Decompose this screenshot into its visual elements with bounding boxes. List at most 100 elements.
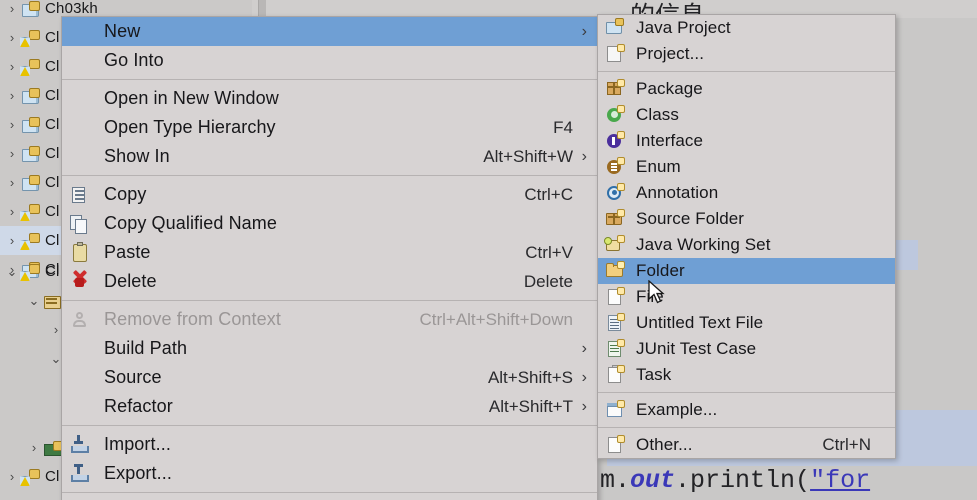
menu-item-label: Build Path xyxy=(104,338,188,358)
no-icon xyxy=(62,366,102,390)
menu-item-copy-qualified-name[interactable]: Copy Qualified Name xyxy=(62,209,597,238)
menu-item-source-folder[interactable]: Source Folder xyxy=(598,206,895,232)
java-project-warn-icon xyxy=(20,29,42,47)
java-working-set-icon xyxy=(598,233,636,257)
chevron-right-icon[interactable]: › xyxy=(4,1,20,16)
menu-item-label: Paste xyxy=(104,242,151,262)
menu-item-open-in-new-window[interactable]: Open in New Window xyxy=(62,84,597,113)
menu-item-label: Delete xyxy=(104,271,157,291)
menu-item-label: Source xyxy=(104,367,162,387)
chevron-right-icon[interactable]: › xyxy=(4,469,20,484)
java-project-warn-icon xyxy=(20,263,42,281)
task-icon xyxy=(598,363,636,387)
menu-separator xyxy=(62,79,597,80)
menu-item-label: Open Type Hierarchy xyxy=(104,117,276,137)
menu-separator xyxy=(598,71,895,72)
menu-item-label: Task xyxy=(636,365,672,384)
chevron-right-icon[interactable]: › xyxy=(4,117,20,132)
menu-item-build-path[interactable]: Build Path › xyxy=(62,334,597,363)
menu-item-delete[interactable]: Delete Delete xyxy=(62,267,597,296)
menu-separator xyxy=(598,392,895,393)
chevron-right-icon[interactable]: › xyxy=(4,88,20,103)
chevron-down-icon[interactable]: ⌄ xyxy=(26,293,42,309)
menu-item-class[interactable]: Class xyxy=(598,102,895,128)
menu-item-label: Folder xyxy=(636,261,685,280)
chevron-right-icon[interactable]: › xyxy=(4,233,20,248)
menu-item-remove-from-context: Remove from Context Ctrl+Alt+Shift+Down xyxy=(62,305,597,334)
menu-item-annotation[interactable]: Annotation xyxy=(598,180,895,206)
menu-item-untitled-text-file[interactable]: Untitled Text File xyxy=(598,310,895,336)
copy-qualified-name-icon xyxy=(62,212,102,236)
menu-item-export[interactable]: Export... xyxy=(62,459,597,488)
menu-item-label: Example... xyxy=(636,400,718,419)
tree-item-label: Cl xyxy=(45,263,60,280)
menu-item-other[interactable]: Other... Ctrl+N xyxy=(598,432,895,458)
menu-item-junit-test-case[interactable]: JUnit Test Case xyxy=(598,336,895,362)
menu-item-task[interactable]: Task xyxy=(598,362,895,388)
menu-item-label: Refactor xyxy=(104,396,173,416)
menu-item-copy[interactable]: Copy Ctrl+C xyxy=(62,180,597,209)
menu-separator xyxy=(62,425,597,426)
paste-icon xyxy=(62,241,102,265)
chevron-right-icon[interactable]: › xyxy=(4,30,20,45)
import-icon xyxy=(62,433,102,457)
menu-item-label: Untitled Text File xyxy=(636,313,764,332)
chevron-right-icon[interactable]: › xyxy=(4,175,20,190)
menu-item-new[interactable]: New › xyxy=(62,17,597,46)
menu-item-java-project[interactable]: Java Project xyxy=(598,15,895,41)
delete-icon xyxy=(62,269,102,294)
menu-item-paste[interactable]: Paste Ctrl+V xyxy=(62,238,597,267)
java-project-icon xyxy=(20,116,42,134)
menu-item-project[interactable]: Project... xyxy=(598,41,895,67)
tree-item-label: Cl xyxy=(45,468,60,485)
menu-item-label: Go Into xyxy=(104,50,164,70)
menu-item-refactor[interactable]: Refactor Alt+Shift+T › xyxy=(62,392,597,421)
new-submenu[interactable]: Java Project Project... Package Class Interf… xyxy=(597,14,896,459)
editor-bottom-line: m.out.println("for xyxy=(600,466,870,495)
java-project-warn-icon xyxy=(20,203,42,221)
menu-separator xyxy=(62,492,597,493)
project-icon xyxy=(598,42,636,66)
java-project-icon xyxy=(20,174,42,192)
chevron-right-icon[interactable]: › xyxy=(4,204,20,219)
example-icon xyxy=(598,398,636,422)
menu-item-enum[interactable]: Enum xyxy=(598,154,895,180)
chevron-right-icon[interactable]: › xyxy=(4,59,20,74)
menu-item-open-type-hierarchy[interactable]: Open Type Hierarchy F4 xyxy=(62,113,597,142)
submenu-chevron-icon: › xyxy=(581,147,587,165)
no-icon xyxy=(62,49,102,73)
no-icon xyxy=(62,395,102,419)
menu-item-label: New xyxy=(104,21,141,41)
menu-item-file[interactable]: File xyxy=(598,284,895,310)
annotation-icon xyxy=(598,181,636,205)
menu-item-label: File xyxy=(636,287,664,306)
menu-item-label: Open in New Window xyxy=(104,88,279,108)
tree-item-label: Cl xyxy=(45,58,60,75)
menu-item-java-working-set[interactable]: Java Working Set xyxy=(598,232,895,258)
menu-item-go-into[interactable]: Go Into xyxy=(62,46,597,75)
editor-code-fragment: "for xyxy=(810,466,871,495)
menu-item-folder[interactable]: Folder xyxy=(598,258,895,284)
menu-item-import[interactable]: Import... xyxy=(62,430,597,459)
menu-item-package[interactable]: Package xyxy=(598,76,895,102)
editor-code-fragment: out xyxy=(630,466,676,495)
chevron-right-icon[interactable]: › xyxy=(26,440,42,455)
menu-item-example[interactable]: Example... xyxy=(598,397,895,423)
tree-item-label: Ch03kh xyxy=(45,0,98,17)
menu-item-label: Java Working Set xyxy=(636,235,771,254)
chevron-down-icon[interactable]: ⌄ xyxy=(4,264,20,280)
menu-item-accelerator: F4 xyxy=(553,117,573,137)
menu-item-accelerator: Ctrl+Alt+Shift+Down xyxy=(419,309,573,329)
remove-from-context-icon xyxy=(62,308,102,332)
chevron-right-icon[interactable]: › xyxy=(4,146,20,161)
submenu-chevron-icon: › xyxy=(581,22,587,40)
project-context-menu[interactable]: New › Go Into Open in New Window Open Type H… xyxy=(61,16,598,500)
menu-item-label: JUnit Test Case xyxy=(636,339,757,358)
menu-separator xyxy=(62,300,597,301)
menu-item-interface[interactable]: Interface xyxy=(598,128,895,154)
menu-item-label: Import... xyxy=(104,434,171,454)
menu-item-show-in[interactable]: Show In Alt+Shift+W › xyxy=(62,142,597,171)
junit-test-case-icon xyxy=(598,337,636,361)
java-project-icon xyxy=(20,145,42,163)
menu-item-source[interactable]: Source Alt+Shift+S › xyxy=(62,363,597,392)
